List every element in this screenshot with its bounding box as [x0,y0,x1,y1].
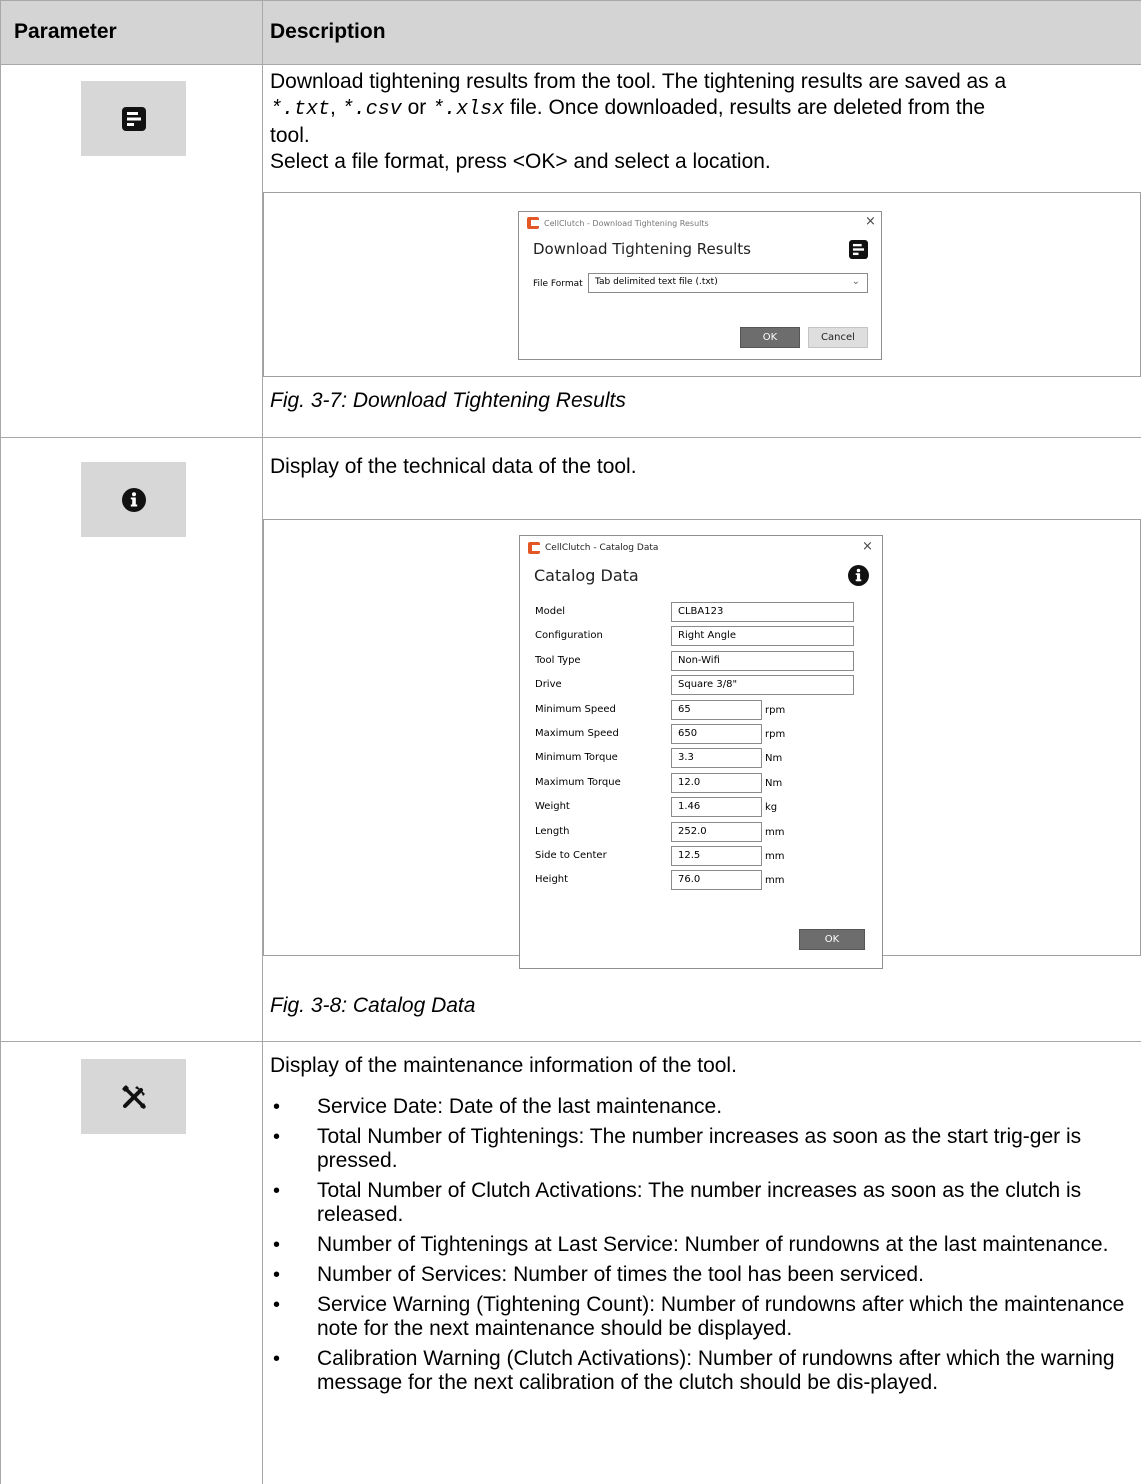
row3-description: Display of the maintenance information o… [270,1054,737,1077]
dialog-titlebar: CellClutch - Download Tightening Results [527,217,709,229]
list-item: Service Date: Date of the last maintenan… [270,1095,1130,1119]
dialog-heading: Catalog Data [534,566,639,585]
catalog-field-unit: rpm [765,704,786,716]
catalog-field-label: Maximum Speed [535,728,619,739]
table-border-top [0,0,1141,1]
ext-csv: *.csv [341,98,402,121]
catalog-field-label: Length [535,825,570,837]
ok-button[interactable]: OK [740,327,800,348]
cancel-button[interactable]: Cancel [808,327,868,348]
download-dialog: CellClutch - Download Tightening Results… [518,211,882,360]
or-word: or [407,96,427,119]
info-icon [848,565,869,586]
tools-icon [121,1084,146,1109]
list-item: Total Number of Tightenings: The number … [270,1125,1130,1173]
catalog-field-unit: mm [765,826,785,838]
cellclutch-logo-icon [527,217,539,229]
catalog-field-unit: rpm [765,729,786,740]
catalog-field-unit: mm [765,875,785,887]
ext-xlsx: *.xlsx [432,98,505,121]
catalog-field-value[interactable]: CLBA123 [671,602,854,622]
catalog-field-label: Drive [535,679,562,691]
table-header [0,0,1141,64]
header-description: Description [270,20,386,43]
file-format-label: File Format [533,279,583,289]
dialog-close-button[interactable]: × [862,539,873,554]
catalog-field-value[interactable]: 3.3 [671,748,762,769]
list-item: Number of Services: Number of times the … [270,1263,1130,1287]
row-divider-1 [0,437,1141,438]
ok-button[interactable]: OK [799,929,865,950]
row1-text-a: Download tightening results from the too… [270,70,1007,93]
row-divider-2 [0,1041,1141,1042]
header-parameter: Parameter [14,20,117,43]
row1-text-p2: Select a file format, press <OK> and sel… [270,150,771,173]
tools-icon-tile [81,1059,186,1134]
chevron-down-icon: ⌄ [851,276,860,287]
row1-text-c: tool. [270,124,310,147]
catalog-field-unit: Nm [765,753,783,765]
info-icon [121,487,146,512]
catalog-dialog: CellClutch - Catalog Data × Catalog Data… [519,535,883,969]
catalog-field-value[interactable]: 650 [671,724,762,744]
document-table: Parameter Description Download tightenin… [0,0,1141,1484]
info-icon-tile [81,462,186,537]
maintenance-bullet-list: Service Date: Date of the last maintenan… [270,1095,1130,1401]
dialog-heading: Download Tightening Results [533,240,751,258]
header-divider [0,64,1141,65]
catalog-field-label: Maximum Torque [535,776,621,788]
download-results-icon-tile [81,81,186,156]
download-results-icon [121,106,146,131]
catalog-field-value[interactable]: 1.46 [671,797,762,818]
figure-caption-3-7: Fig. 3-7: Download Tightening Results [270,389,626,412]
catalog-field-value[interactable]: 76.0 [671,870,762,891]
row1-text-b: file. Once downloaded, results are delet… [509,96,986,119]
catalog-field-unit: Nm [765,777,783,789]
figure-caption-3-8: Fig. 3-8: Catalog Data [270,994,476,1017]
table-border-left [0,0,1,1484]
ext-txt: *.txt [270,98,331,121]
list-item: Calibration Warning (Clutch Activations)… [270,1347,1130,1395]
catalog-field-value[interactable]: 252.0 [671,821,762,842]
sep-comma: , [330,96,336,119]
catalog-field-value[interactable]: 65 [671,699,762,720]
dialog-window-title: CellClutch - Download Tightening Results [544,218,709,228]
cellclutch-logo-icon [528,542,540,554]
catalog-field-value[interactable]: 12.0 [671,772,762,793]
catalog-field-value[interactable]: Non-Wifi [671,650,854,671]
catalog-field-label: Side to Center [535,850,607,861]
file-format-select[interactable]: Tab delimited text file (.txt) ⌄ [588,273,868,293]
catalog-field-label: Model [535,606,566,617]
catalog-field-value[interactable]: Right Angle [671,626,854,647]
dialog-titlebar: CellClutch - Catalog Data [528,542,658,554]
catalog-field-label: Weight [535,801,570,813]
catalog-field-label: Minimum Speed [535,703,616,715]
row1-description: Download tightening results from the too… [270,69,1130,175]
catalog-field-label: Tool Type [535,654,581,666]
catalog-field-label: Height [535,874,569,886]
list-item: Total Number of Clutch Activations: The … [270,1179,1130,1227]
row2-description: Display of the technical data of the too… [270,455,637,478]
catalog-field-unit: mm [765,851,785,862]
list-item: Service Warning (Tightening Count): Numb… [270,1293,1130,1341]
file-format-value: Tab delimited text file (.txt) [595,277,718,287]
catalog-field-label: Configuration [535,630,603,642]
dialog-close-button[interactable]: × [865,214,876,229]
dialog-window-title: CellClutch - Catalog Data [545,543,659,553]
download-results-icon [849,240,868,259]
list-item: Number of Tightenings at Last Service: N… [270,1233,1130,1257]
catalog-field-label: Minimum Torque [535,752,618,764]
catalog-field-value[interactable]: Square 3/8" [671,675,854,696]
catalog-field-unit: kg [765,802,778,814]
catalog-field-value[interactable]: 12.5 [671,846,762,866]
